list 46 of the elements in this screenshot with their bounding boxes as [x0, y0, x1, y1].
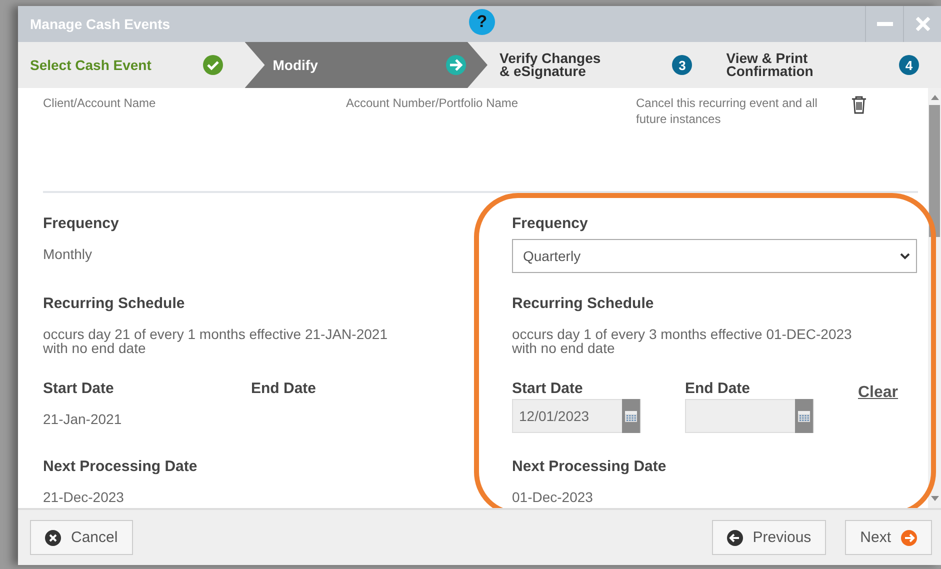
field-label: Next Processing Date: [512, 458, 668, 477]
field-label: Start Date: [43, 380, 115, 399]
help-button[interactable]: ?: [469, 9, 495, 35]
frequency-select[interactable]: Quarterly: [512, 239, 917, 273]
previous-button[interactable]: Previous: [712, 520, 826, 555]
field-label: End Date: [251, 380, 318, 399]
field-label: Recurring Schedule: [512, 295, 655, 314]
date-field[interactable]: 12/01/2023: [512, 399, 641, 433]
field-value: 01-Dec-2023: [512, 490, 594, 504]
close-icon: [916, 17, 930, 31]
column-header: Account Number/Portfolio Name: [346, 95, 520, 112]
step-number: 3: [672, 55, 692, 75]
arrow-left-icon: [726, 530, 743, 546]
arrow-right-icon: [446, 55, 466, 75]
scroll-down-icon[interactable]: [930, 496, 938, 502]
check-icon: [202, 55, 223, 75]
step-number: 4: [899, 55, 919, 75]
field-label: Frequency: [512, 215, 589, 234]
field-label: Frequency: [43, 215, 120, 234]
arrow-right-icon: [901, 530, 917, 546]
wizard-step[interactable]: Modify: [244, 42, 488, 88]
column-header: Client/Account Name: [43, 95, 157, 112]
close-icon: [45, 530, 61, 546]
clear-link[interactable]: Clear: [858, 384, 898, 402]
trash-icon[interactable]: [851, 95, 867, 114]
next-button[interactable]: Next: [845, 520, 932, 555]
field-label: Start Date: [512, 380, 584, 399]
field-value: 21-Jan-2021: [43, 412, 123, 426]
calendar-icon: [797, 409, 811, 423]
field-value: occurs day 21 of every 1 months effective 21-JAN-2021 with no end date: [43, 327, 388, 355]
column-header: Cancel this recurring event and all future instances: [636, 95, 818, 128]
calendar-icon: [624, 409, 638, 423]
scroll-up-icon[interactable]: [930, 94, 938, 100]
field-label: Recurring Schedule: [43, 295, 186, 314]
date-field[interactable]: [685, 399, 814, 433]
wizard-step[interactable]: Verify Changes & eSignature 3: [488, 42, 714, 88]
field-value: Monthly: [43, 247, 94, 261]
field-value: 21-Dec-2023: [43, 490, 125, 504]
field-label: End Date: [685, 380, 752, 399]
field-label: Next Processing Date: [43, 458, 198, 477]
window-title: Manage Cash Events: [30, 16, 170, 32]
chevron-down-icon: [900, 252, 910, 260]
minimize-icon: [876, 22, 892, 26]
cancel-button[interactable]: Cancel: [30, 520, 133, 555]
field-value: occurs day 1 of every 3 months effective 01-DEC-2023 with no end date: [512, 327, 853, 355]
wizard-step[interactable]: View & Print Confirmation 4: [714, 42, 941, 88]
